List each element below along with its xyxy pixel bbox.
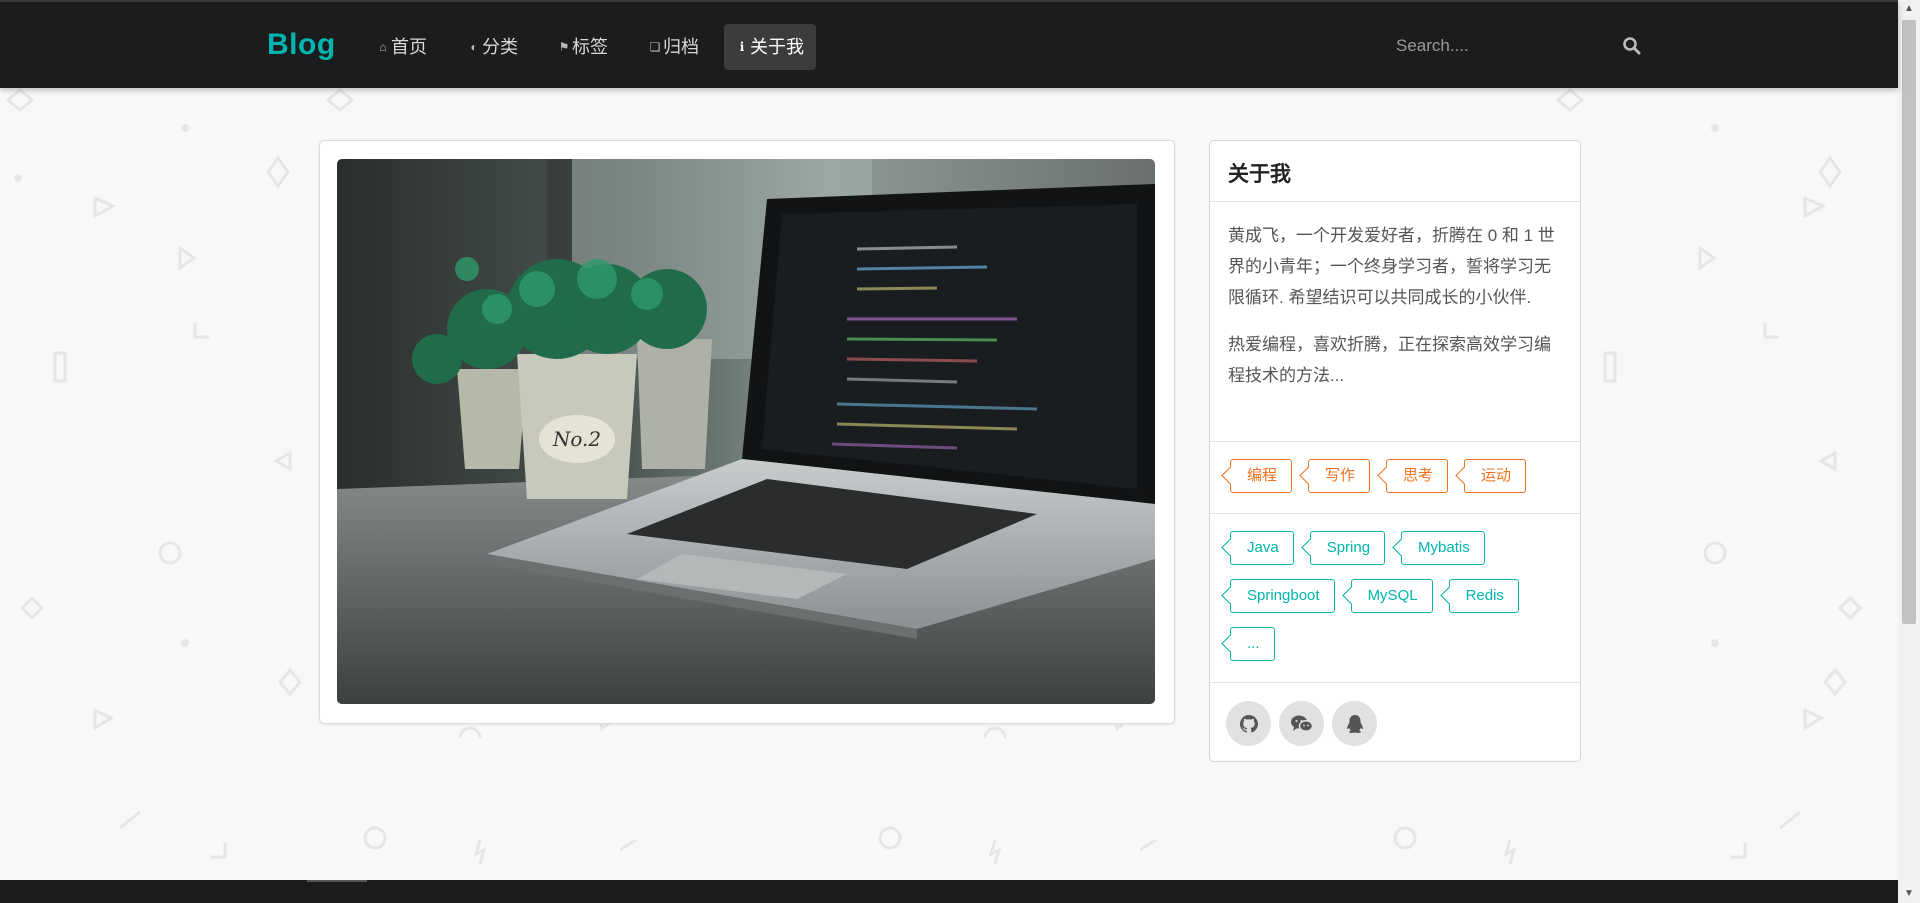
interest-tag[interactable]: 写作	[1308, 459, 1371, 493]
tech-tags: Java Spring Mybatis Springboot MySQL Red…	[1210, 514, 1580, 683]
wechat-icon	[1290, 715, 1313, 732]
tech-tag[interactable]: Spring	[1309, 531, 1386, 565]
tags-icon: ⚑	[558, 40, 570, 54]
wechat-button[interactable]	[1279, 701, 1324, 746]
interest-tag[interactable]: 思考	[1386, 459, 1449, 493]
interest-tag[interactable]: 运动	[1464, 459, 1527, 493]
top-navbar: Blog ⌂ 首页 ◐ 分类 ⚑ 标签 ❏ 归档 i 关于我	[0, 0, 1898, 88]
footer	[0, 880, 1898, 903]
tech-tag[interactable]: Springboot	[1230, 579, 1335, 613]
github-button[interactable]	[1226, 701, 1271, 746]
tech-tag-more[interactable]: ...	[1230, 627, 1275, 661]
nav-item-about[interactable]: i 关于我	[724, 24, 816, 70]
search-icon[interactable]	[1622, 36, 1642, 56]
search-input[interactable]	[1396, 36, 1596, 56]
info-icon: i	[739, 40, 745, 54]
tech-tag[interactable]: Redis	[1448, 579, 1519, 613]
nav-item-label: 分类	[482, 37, 518, 57]
qq-button[interactable]	[1332, 701, 1377, 746]
interest-tag[interactable]: 编程	[1230, 459, 1293, 493]
featured-image-card: No.2	[319, 140, 1175, 724]
laptop-photo: No.2	[337, 159, 1155, 704]
scroll-thumb[interactable]	[1902, 20, 1916, 624]
search-box	[1396, 28, 1646, 64]
nav-item-label: 标签	[572, 37, 608, 57]
nav-item-archive[interactable]: ❏ 归档	[637, 24, 711, 70]
about-title: 关于我	[1210, 141, 1580, 202]
page-scrollbar[interactable]: ▲ ▼	[1898, 0, 1920, 903]
tech-tag[interactable]: Java	[1230, 531, 1294, 565]
tech-tag[interactable]: MySQL	[1350, 579, 1433, 613]
nav-item-category[interactable]: ◐ 分类	[456, 24, 530, 70]
nav-item-tags[interactable]: ⚑ 标签	[546, 24, 620, 70]
home-icon: ⌂	[379, 40, 387, 54]
about-paragraph: 黄成飞，一个开发爱好者，折腾在 0 和 1 世界的小青年；一个终身学习者，誓将学…	[1228, 226, 1555, 307]
about-paragraph: 热爱编程，喜欢折腾，正在探索高效学习编程技术的方法...	[1228, 335, 1551, 385]
tech-tag[interactable]: Mybatis	[1401, 531, 1485, 565]
social-links	[1210, 683, 1580, 764]
scroll-up-arrow-icon[interactable]: ▲	[1898, 0, 1920, 18]
qq-icon	[1346, 714, 1363, 733]
github-icon	[1239, 714, 1258, 733]
nav-item-label: 关于我	[750, 37, 804, 57]
about-description: 黄成飞，一个开发爱好者，折腾在 0 和 1 世界的小青年；一个终身学习者，誓将学…	[1210, 202, 1580, 442]
nav-item-home[interactable]: ⌂ 首页	[365, 24, 439, 70]
about-me-card: 关于我 黄成飞，一个开发爱好者，折腾在 0 和 1 世界的小青年；一个终身学习者…	[1209, 140, 1581, 762]
idea-icon: ◐	[470, 40, 478, 54]
nav-item-label: 首页	[391, 37, 427, 57]
clone-icon: ❏	[649, 40, 661, 54]
footer-divider	[307, 880, 367, 882]
interest-tags: 编程 写作 思考 运动	[1210, 442, 1580, 514]
svg-text:No.2: No.2	[552, 427, 601, 451]
brand-logo[interactable]: Blog	[267, 28, 336, 62]
scroll-down-arrow-icon[interactable]: ▼	[1898, 885, 1920, 903]
nav-item-label: 归档	[663, 37, 699, 57]
